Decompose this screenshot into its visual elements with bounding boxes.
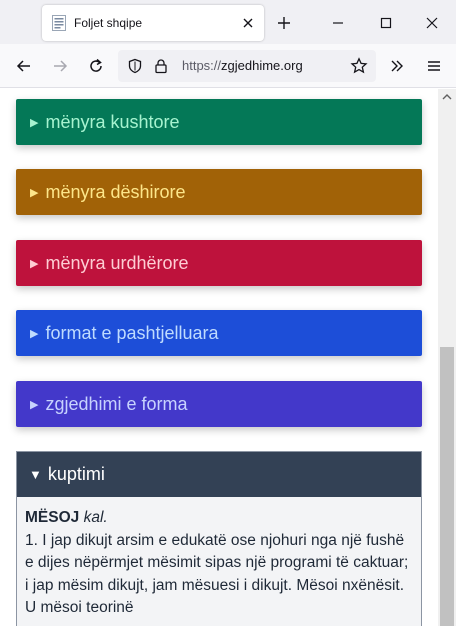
- close-tab-icon[interactable]: [238, 13, 258, 33]
- section-kuptimi: ▼ kuptimi MËSOJ kal. 1. I jap dikujt ars…: [16, 451, 422, 626]
- section-label: format e pashtjelluara: [45, 322, 219, 343]
- page-viewport: ▶ mënyra kushtore ▶ mënyra dëshirore ▶ m…: [0, 89, 438, 626]
- headword: MËSOJ: [25, 509, 80, 526]
- section-menyra-urdherore[interactable]: ▶ mënyra urdhërore: [16, 240, 422, 286]
- collapsed-triangle-icon: ▶: [30, 327, 39, 340]
- definition-body: MËSOJ kal. 1. I jap dikujt arsim e eduka…: [17, 497, 421, 620]
- section-zgjedhimi-e-forma[interactable]: ▶ zgjedhimi e forma: [16, 381, 422, 427]
- new-tab-icon[interactable]: [273, 12, 295, 34]
- overflow-chevrons-icon[interactable]: [386, 55, 408, 77]
- close-window-icon[interactable]: [420, 12, 444, 34]
- section-kuptimi-header[interactable]: ▼ kuptimi: [17, 452, 421, 497]
- section-label: kuptimi: [47, 464, 105, 484]
- section-label: mënyra dëshirore: [45, 181, 186, 202]
- scrollbar-thumb[interactable]: [440, 347, 454, 626]
- browser-tab[interactable]: Foljet shqipe: [42, 5, 264, 41]
- vertical-scrollbar[interactable]: [438, 89, 456, 626]
- maximize-window-icon[interactable]: [374, 12, 398, 34]
- bookmark-star-icon[interactable]: [348, 55, 370, 77]
- collapsed-triangle-icon: ▶: [30, 398, 39, 411]
- browser-navbar: https://zgjedhime.org: [0, 44, 456, 88]
- lock-icon[interactable]: [152, 57, 170, 75]
- url-host: zgjedhime.org: [221, 58, 303, 73]
- reload-icon[interactable]: [85, 55, 107, 77]
- back-arrow-icon[interactable]: [13, 55, 35, 77]
- tracking-protection-shield-icon[interactable]: [126, 57, 144, 75]
- section-menyra-deshirore[interactable]: ▶ mënyra dëshirore: [16, 169, 422, 215]
- minimize-window-icon[interactable]: [326, 12, 350, 34]
- section-label: zgjedhimi e forma: [45, 393, 188, 414]
- collapsed-triangle-icon: ▶: [30, 116, 39, 129]
- definition-text: 1. I jap dikujt arsim e edukatë ose njoh…: [25, 531, 409, 617]
- expanded-triangle-icon: ▼: [29, 467, 42, 482]
- url-text[interactable]: https://zgjedhime.org: [182, 58, 303, 73]
- section-menyra-kushtore[interactable]: ▶ mënyra kushtore: [16, 99, 422, 145]
- collapsed-triangle-icon: ▶: [30, 186, 39, 199]
- section-label: mënyra kushtore: [45, 111, 180, 132]
- collapsed-triangle-icon: ▶: [30, 257, 39, 270]
- hamburger-menu-icon[interactable]: [423, 55, 445, 77]
- section-format-e-pashtjelluara[interactable]: ▶ format e pashtjelluara: [16, 310, 422, 356]
- page-favicon-icon: [52, 15, 66, 31]
- url-scheme: https://: [182, 58, 222, 73]
- section-label: mënyra urdhërore: [45, 252, 189, 273]
- browser-titlebar: Foljet shqipe: [0, 0, 456, 44]
- part-of-speech: kal.: [83, 509, 108, 526]
- tab-title: Foljet shqipe: [74, 16, 143, 30]
- scroll-up-arrow-icon[interactable]: [438, 89, 456, 105]
- address-bar[interactable]: https://zgjedhime.org: [118, 50, 376, 82]
- forward-arrow-icon[interactable]: [49, 55, 71, 77]
